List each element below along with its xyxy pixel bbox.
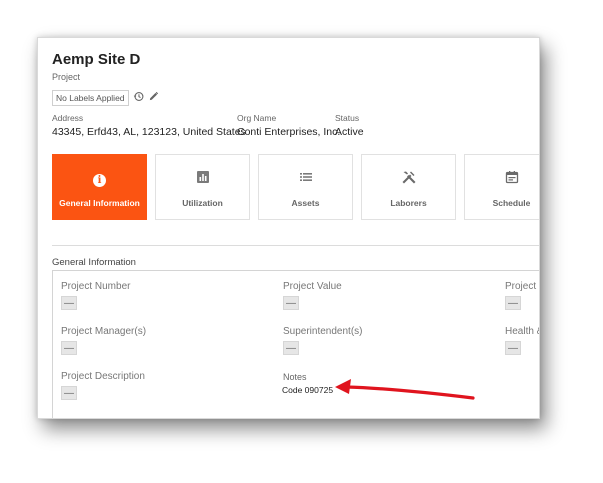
project-card: Aemp Site D Project No Labels Applied Ad… bbox=[37, 37, 540, 419]
labels-chip[interactable]: No Labels Applied bbox=[52, 90, 129, 106]
chart-icon bbox=[156, 170, 249, 187]
tab-utilization[interactable]: Utilization bbox=[155, 154, 250, 220]
project-third-label: Project bbox=[505, 281, 537, 292]
project-description-label: Project Description bbox=[61, 371, 145, 382]
tab-general-information[interactable]: i General Information bbox=[52, 154, 147, 220]
health-label: Health & bbox=[505, 326, 540, 337]
labels-row: No Labels Applied bbox=[52, 90, 159, 106]
tab-schedule[interactable]: Schedule bbox=[464, 154, 539, 220]
project-number-label: Project Number bbox=[61, 281, 131, 292]
status-label: Status bbox=[335, 113, 360, 123]
notes-value: Code 090725 bbox=[282, 385, 334, 395]
tab-label: Assets bbox=[291, 198, 320, 208]
address-label: Address bbox=[52, 113, 84, 123]
page-title: Aemp Site D bbox=[52, 51, 141, 68]
tab-laborers[interactable]: Laborers bbox=[361, 154, 456, 220]
history-icon[interactable] bbox=[133, 91, 144, 105]
section-divider bbox=[52, 245, 539, 246]
tab-label: Schedule bbox=[492, 198, 531, 208]
project-value-value: — bbox=[283, 296, 299, 310]
project-number-value: — bbox=[61, 296, 77, 310]
list-icon bbox=[259, 170, 352, 187]
notes-label: Notes bbox=[283, 372, 307, 382]
tab-assets[interactable]: Assets bbox=[258, 154, 353, 220]
project-managers-value: — bbox=[61, 341, 77, 355]
org-name-value: Conti Enterprises, Inc. bbox=[237, 126, 341, 138]
info-icon: i bbox=[53, 170, 146, 187]
tab-label: General Information bbox=[59, 198, 140, 208]
calendar-icon bbox=[465, 170, 539, 187]
superintendents-value: — bbox=[283, 341, 299, 355]
section-title: General Information bbox=[52, 257, 136, 268]
superintendents-label: Superintendent(s) bbox=[283, 326, 363, 337]
project-description-value: — bbox=[61, 386, 77, 400]
project-managers-label: Project Manager(s) bbox=[61, 326, 147, 337]
tools-icon bbox=[362, 170, 455, 187]
annotation-arrow-icon bbox=[335, 379, 475, 400]
address-value: 43345, Erfd43, AL, 123123, United States bbox=[52, 126, 246, 138]
health-value: — bbox=[505, 341, 521, 355]
project-third-value: — bbox=[505, 296, 521, 310]
tab-label: Laborers bbox=[390, 198, 427, 208]
page-subtitle: Project bbox=[52, 72, 81, 82]
org-name-label: Org Name bbox=[237, 113, 277, 123]
tab-label: Utilization bbox=[182, 198, 223, 208]
project-value-label: Project Value bbox=[283, 281, 342, 292]
status-value: Active bbox=[335, 126, 364, 138]
edit-icon[interactable] bbox=[148, 91, 159, 105]
